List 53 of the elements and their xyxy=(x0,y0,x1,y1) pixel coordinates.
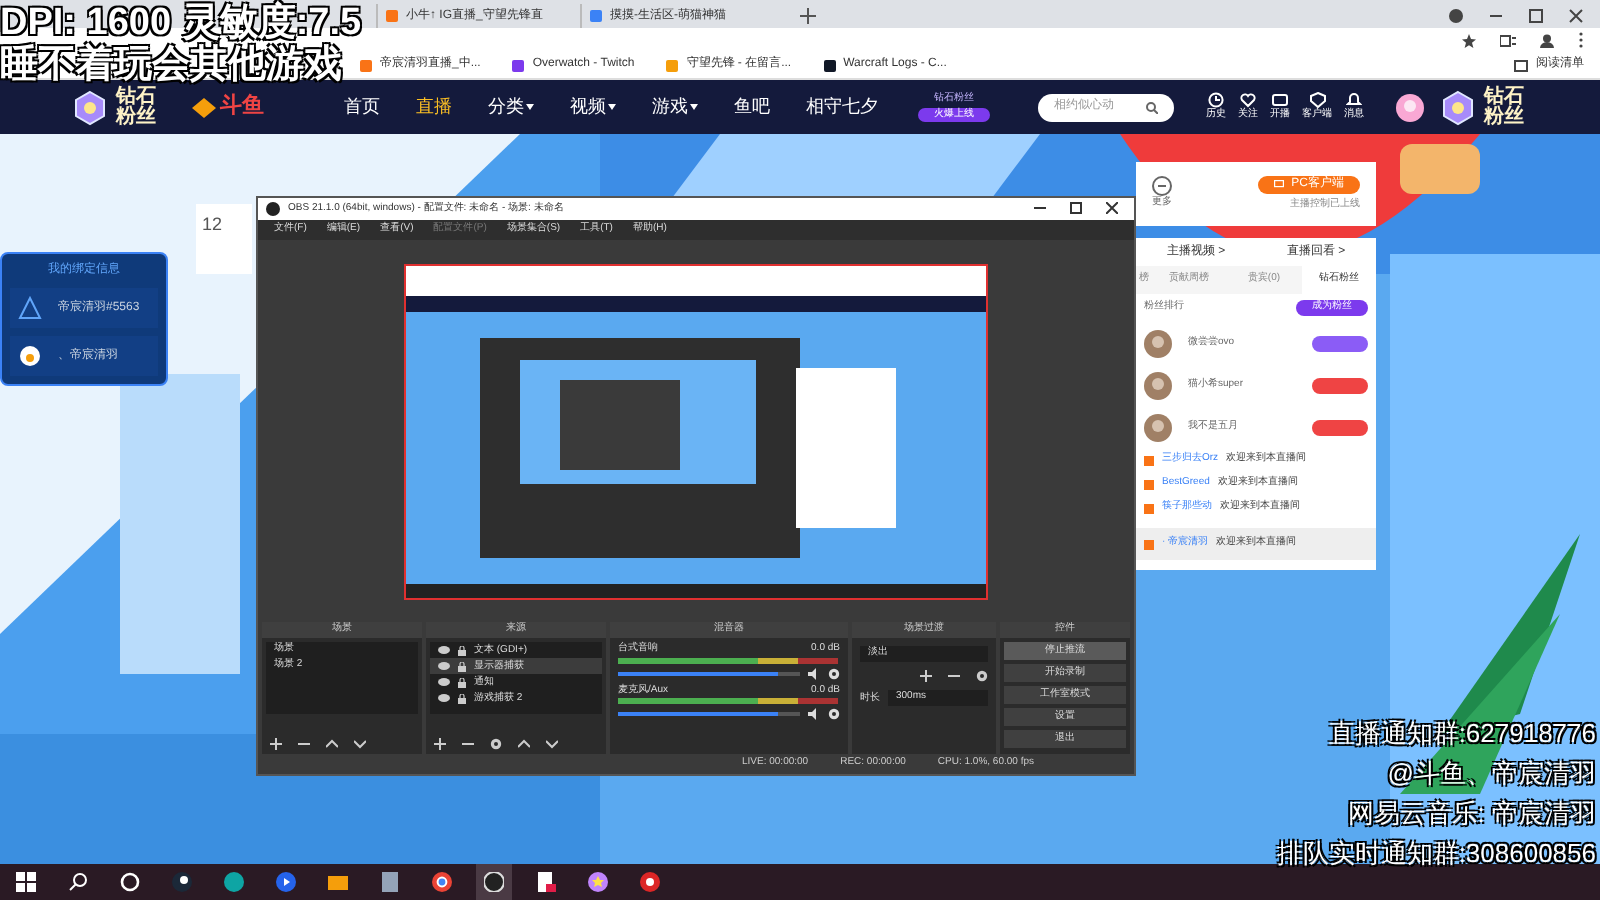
profile-icon[interactable] xyxy=(1448,8,1464,24)
nav-link[interactable]: 分类 xyxy=(488,93,534,121)
play-icon xyxy=(276,872,296,892)
bookmark-favicon-icon xyxy=(823,59,836,71)
star-icon[interactable] xyxy=(1462,33,1476,47)
document-icon xyxy=(380,872,400,892)
avatar-icon[interactable] xyxy=(1396,93,1424,121)
badge-icon xyxy=(1440,89,1476,125)
bookmark-favicon-icon xyxy=(666,59,679,71)
nav-link[interactable]: 首页 xyxy=(344,93,380,121)
windows-icon xyxy=(16,872,36,892)
star-icon xyxy=(588,872,608,892)
nav-link[interactable]: 直播 xyxy=(416,93,452,121)
bell-icon xyxy=(1346,91,1362,108)
shield-icon xyxy=(1309,91,1325,108)
new-tab-icon[interactable] xyxy=(800,8,816,24)
nav-link[interactable]: 游戏 xyxy=(652,93,698,121)
logo-text: 钻石粉丝 xyxy=(116,87,158,127)
obs-icon xyxy=(484,872,504,892)
badge-icon xyxy=(72,89,108,125)
reading-list-icon xyxy=(1514,59,1528,71)
chrome-icon xyxy=(432,872,452,892)
heart-icon xyxy=(1240,91,1256,108)
logo-text: 钻石粉丝 xyxy=(1484,87,1526,127)
caret-icon xyxy=(608,104,616,110)
fish-logo-icon xyxy=(192,97,216,117)
file-icon xyxy=(536,872,556,892)
maximize-icon[interactable] xyxy=(1528,8,1544,24)
taskbar-app[interactable] xyxy=(476,864,512,900)
overlay-text: 睡不着玩会其他游戏 xyxy=(0,44,362,86)
nav-link[interactable]: 鱼吧 xyxy=(734,93,770,121)
steam-icon xyxy=(172,872,192,892)
bookmark-favicon-icon xyxy=(360,59,372,71)
nav-link[interactable]: 视频 xyxy=(570,93,616,121)
folder-icon xyxy=(328,872,348,892)
caret-icon xyxy=(690,104,698,110)
account-icon[interactable] xyxy=(1540,33,1554,47)
bookmark-favicon-icon xyxy=(512,59,525,71)
close-icon[interactable] xyxy=(1568,8,1584,24)
nav-link[interactable]: 相守七夕 xyxy=(806,93,878,121)
search-icon xyxy=(68,872,88,892)
video-icon xyxy=(1272,91,1288,108)
globe-icon xyxy=(224,872,244,892)
circle-icon xyxy=(120,872,140,892)
tab-favicon-icon xyxy=(590,10,602,22)
tab-favicon-icon xyxy=(386,10,398,22)
caret-icon xyxy=(526,104,534,110)
clock-icon xyxy=(1208,91,1224,108)
search-icon xyxy=(1146,101,1158,113)
menu-icon[interactable] xyxy=(1578,32,1584,48)
brand-name: 斗鱼 xyxy=(220,91,264,123)
app-icon xyxy=(640,872,660,892)
media-icon[interactable] xyxy=(1500,33,1516,47)
